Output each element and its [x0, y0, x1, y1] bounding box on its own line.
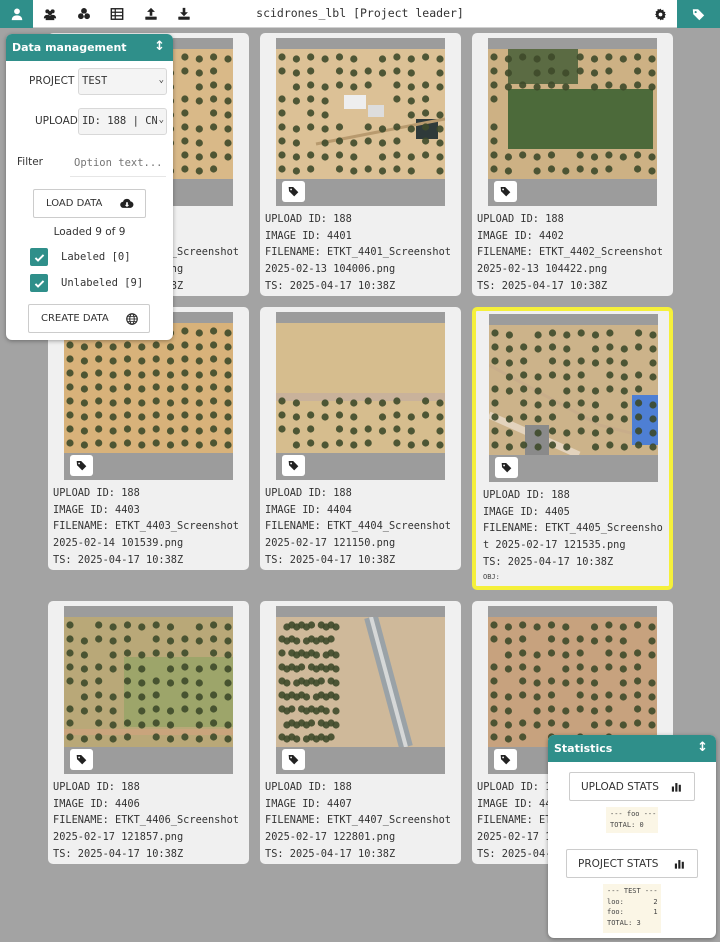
- aerial-photo: [489, 325, 658, 455]
- unlabeled-checkbox[interactable]: [30, 274, 48, 292]
- aerial-photo: [64, 323, 233, 453]
- project-stats-output: --- TEST --- loo: 2 foo: 1 TOTAL: 3: [603, 884, 661, 933]
- image-card[interactable]: UPLOAD ID: 188 IMAGE ID: 4401 FILENAME: …: [260, 33, 461, 296]
- chevron-down-icon: ⌄: [156, 75, 164, 85]
- tag-icon[interactable]: [282, 181, 305, 202]
- image-metadata: UPLOAD ID: 188 IMAGE ID: 4407 FILENAME: …: [265, 781, 451, 860]
- object-label: OBJ:: [483, 573, 500, 581]
- aerial-photo: [488, 617, 657, 747]
- image-thumbnail[interactable]: [64, 606, 233, 774]
- gear-icon[interactable]: [646, 0, 674, 28]
- users-icon[interactable]: [33, 0, 66, 28]
- project-label: PROJECT: [29, 75, 75, 87]
- user-icon[interactable]: [0, 0, 33, 28]
- image-thumbnail[interactable]: [276, 38, 445, 206]
- image-thumbnail[interactable]: [276, 606, 445, 774]
- project-select-value: TEST: [82, 75, 108, 87]
- image-metadata: UPLOAD ID: 188 IMAGE ID: 4401 FILENAME: …: [265, 213, 451, 292]
- panel-title: Data management: [12, 41, 127, 54]
- upload-stats-label: UPLOAD STATS: [581, 780, 659, 793]
- project-stats-button[interactable]: PROJECT STATS: [566, 849, 698, 878]
- image-metadata: UPLOAD ID: 188 IMAGE ID: 4402 FILENAME: …: [477, 213, 663, 292]
- statistics-panel: Statistics ↕ UPLOAD STATS --- foo --- TO…: [548, 735, 716, 938]
- filter-input[interactable]: [70, 150, 166, 177]
- image-metadata: UPLOAD ID: 188 IMAGE ID: 4403 FILENAME: …: [53, 487, 239, 566]
- download-icon[interactable]: [167, 0, 200, 28]
- statistics-header[interactable]: Statistics ↕: [548, 735, 716, 762]
- globe-icon: [126, 313, 138, 328]
- image-metadata: UPLOAD ID: 188 IMAGE ID: 4405 FILENAME: …: [483, 489, 663, 568]
- aerial-photo: [488, 49, 657, 179]
- data-management-header[interactable]: Data management ↕: [6, 34, 173, 61]
- filter-label: Filter: [17, 156, 44, 168]
- aerial-photo: [276, 617, 445, 747]
- image-metadata: UPLOAD ID: 188 IMAGE ID: 4404 FILENAME: …: [265, 487, 451, 566]
- tag-icon[interactable]: [70, 749, 93, 770]
- image-thumbnail[interactable]: [489, 314, 658, 482]
- upload-stats-output: --- foo --- TOTAL: 0: [606, 807, 658, 833]
- image-thumbnail[interactable]: [276, 312, 445, 480]
- project-stats-label: PROJECT STATS: [578, 857, 659, 870]
- data-management-panel: Data management ↕ PROJECT TEST ⌄ UPLOAD …: [6, 34, 173, 340]
- image-card[interactable]: UPLOAD ID: 188 IMAGE ID: 4403 FILENAME: …: [48, 307, 249, 570]
- image-card[interactable]: UPLOAD ID: 188 IMAGE ID: 4402 FILENAME: …: [472, 33, 673, 296]
- bar-chart-icon: [671, 781, 683, 795]
- upload-select-value: ID: 188 | CN: [82, 115, 158, 127]
- image-metadata: UPLOAD ID: 188 IMAGE ID: 4406 FILENAME: …: [53, 781, 239, 860]
- upload-stats-button[interactable]: UPLOAD STATS: [569, 772, 695, 801]
- project-select[interactable]: TEST ⌄: [78, 68, 167, 95]
- tag-icon[interactable]: [282, 749, 305, 770]
- create-data-label: CREATE DATA: [41, 313, 109, 324]
- tag-icon[interactable]: [494, 749, 517, 770]
- labeled-label: Labeled [0]: [61, 251, 131, 263]
- resize-arrows-icon[interactable]: ↕: [154, 39, 165, 54]
- create-data-button[interactable]: CREATE DATA: [28, 304, 150, 333]
- tag-icon[interactable]: [70, 455, 93, 476]
- load-data-button[interactable]: LOAD DATA: [33, 189, 146, 218]
- upload-select[interactable]: ID: 188 | CN ⌄: [78, 108, 167, 135]
- upload-icon[interactable]: [134, 0, 167, 28]
- chevron-down-icon: ⌄: [156, 115, 164, 125]
- unlabeled-label: Unlabeled [9]: [61, 277, 144, 289]
- cloud-download-icon: [120, 198, 134, 212]
- aerial-photo: [276, 323, 445, 453]
- table-icon[interactable]: [100, 0, 133, 28]
- tag-icon[interactable]: [494, 181, 517, 202]
- loaded-count: Loaded 9 of 9: [53, 226, 126, 238]
- objects-icon[interactable]: [67, 0, 100, 28]
- panel-title: Statistics: [554, 742, 613, 755]
- image-card[interactable]: UPLOAD ID: 188 IMAGE ID: 4406 FILENAME: …: [48, 601, 249, 864]
- tag-icon[interactable]: [495, 457, 518, 478]
- bar-chart-icon: [674, 858, 686, 872]
- image-card[interactable]: UPLOAD ID: 188 IMAGE ID: 4404 FILENAME: …: [260, 307, 461, 570]
- top-bar: scidrones_lbl [Project leader]: [0, 0, 720, 28]
- tag-icon[interactable]: [282, 455, 305, 476]
- upload-label: UPLOAD: [35, 115, 78, 127]
- image-card[interactable]: UPLOAD ID: 188 IMAGE ID: 4405 FILENAME: …: [472, 307, 673, 590]
- resize-arrows-icon[interactable]: ↕: [697, 740, 708, 755]
- image-thumbnail[interactable]: [488, 38, 657, 206]
- aerial-photo: [64, 617, 233, 747]
- labeled-checkbox[interactable]: [30, 248, 48, 266]
- aerial-photo: [276, 49, 445, 179]
- image-card[interactable]: UPLOAD ID: 188 IMAGE ID: 4407 FILENAME: …: [260, 601, 461, 864]
- load-data-label: LOAD DATA: [46, 198, 103, 209]
- tag-icon[interactable]: [677, 0, 720, 28]
